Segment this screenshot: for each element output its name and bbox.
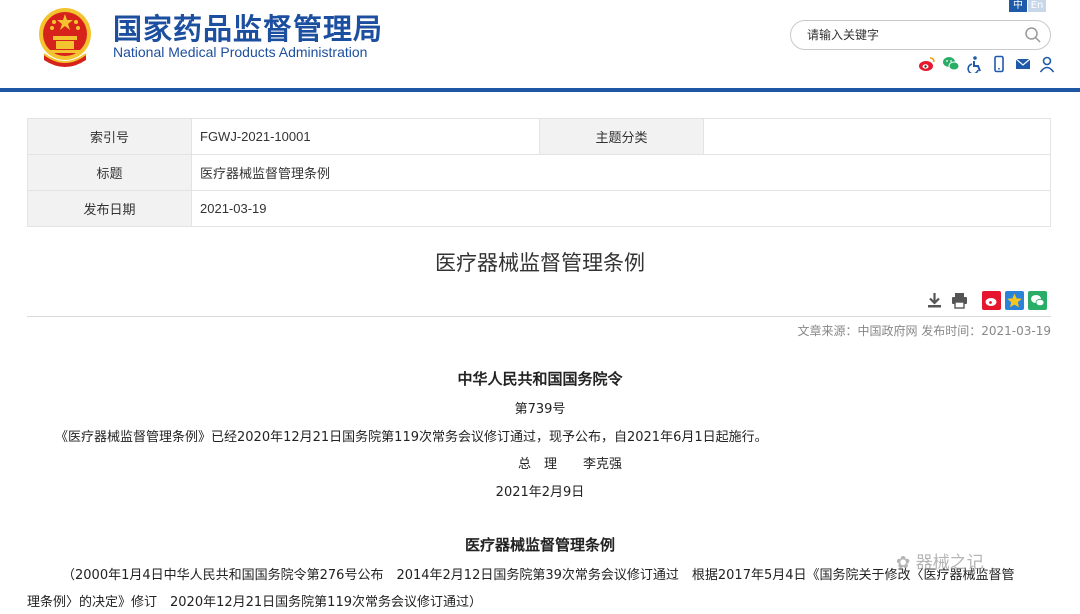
title-label: 标题	[27, 154, 192, 191]
index-value: FGWJ-2021-10001	[191, 118, 540, 155]
history-line-1: （2000年1月4日中华人民共和国国务院令第276号公布 2014年2月12日国…	[62, 568, 1015, 583]
article-title: 医疗器械监督管理条例	[435, 251, 645, 275]
signature: 总 理 李克强	[518, 457, 623, 472]
share-qzone-icon[interactable]	[1005, 291, 1024, 310]
date-value: 2021-03-19	[191, 190, 1051, 227]
share-weibo-icon[interactable]	[982, 291, 1001, 310]
watermark-text: 器械之记	[915, 553, 984, 573]
mail-icon[interactable]	[1014, 55, 1032, 73]
print-icon[interactable]	[950, 291, 969, 310]
order-text: 《医疗器械监督管理条例》已经2020年12月21日国务院第119次常务会议修订通…	[55, 430, 768, 445]
table-row: 索引号 FGWJ-2021-10001 主题分类	[27, 118, 1051, 155]
lang-zh-button[interactable]: 中	[1009, 0, 1027, 12]
order-number: 第739号	[514, 402, 566, 417]
history-line-2: 理条例〉的决定》修订 2020年12月21日国务院第119次常务会议修订通过）	[27, 595, 482, 610]
watermark: ✿ 器械之记	[896, 548, 984, 573]
national-emblem-logo[interactable]	[36, 4, 94, 70]
article-tools	[925, 291, 969, 309]
search-icon[interactable]	[1024, 26, 1042, 44]
share-tools	[982, 291, 1047, 310]
share-wechat-icon[interactable]	[1028, 291, 1047, 310]
article-source-line: 文章来源：中国政府网 发布时间：2021-03-19	[797, 324, 1051, 338]
wechat-icon[interactable]	[942, 55, 960, 73]
mobile-icon[interactable]	[990, 55, 1008, 73]
search-box	[790, 20, 1051, 50]
download-icon[interactable]	[925, 291, 944, 310]
site-subtitle[interactable]: National Medical Products Administration	[113, 44, 367, 60]
article-divider	[27, 316, 1051, 317]
document-info-table: 索引号 FGWJ-2021-10001 主题分类 标题 医疗器械监督管理条例 发…	[27, 118, 1051, 227]
topic-label: 主题分类	[539, 118, 704, 155]
social-links	[918, 55, 1056, 75]
site-header: 国家药品监督管理局 National Medical Products Admi…	[0, 0, 1080, 88]
date-label: 发布日期	[27, 190, 192, 227]
accessibility-icon[interactable]	[966, 55, 984, 75]
lang-en-button[interactable]: En	[1028, 0, 1046, 12]
header-divider	[0, 88, 1080, 92]
table-row: 标题 医疗器械监督管理条例	[27, 154, 1051, 191]
topic-value	[703, 118, 1051, 155]
table-row: 发布日期 2021-03-19	[27, 190, 1051, 227]
wechat-watermark-icon: ✿	[896, 553, 911, 573]
order-title: 中华人民共和国国务院令	[457, 370, 623, 388]
title-value: 医疗器械监督管理条例	[191, 154, 1051, 191]
weibo-icon[interactable]	[918, 55, 936, 73]
user-icon[interactable]	[1038, 55, 1056, 73]
search-input[interactable]	[807, 26, 1017, 44]
sign-date: 2021年2月9日	[495, 485, 585, 500]
site-title[interactable]: 国家药品监督管理局	[113, 6, 383, 48]
index-label: 索引号	[27, 118, 192, 155]
